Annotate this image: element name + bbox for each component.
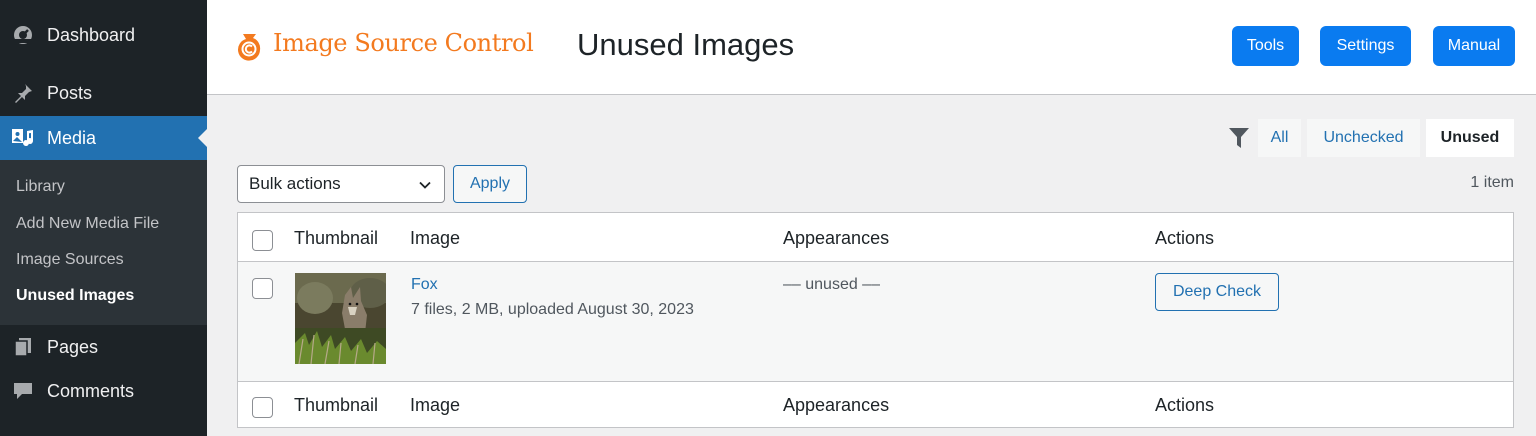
column-header-image: Image	[410, 228, 461, 248]
image-title-link[interactable]: Fox	[411, 276, 438, 294]
submenu-item-unused-images[interactable]: Unused Images	[16, 287, 134, 305]
fox-thumbnail[interactable]	[295, 273, 386, 364]
brand-name: Image Source Control	[273, 29, 534, 57]
column-header-thumbnail: Thumbnail	[294, 228, 379, 248]
chevron-down-icon	[418, 177, 432, 191]
page-title: Unused Images	[577, 27, 795, 62]
menu-item-label: Pages	[47, 336, 99, 357]
bulk-actions-value: Bulk actions	[249, 174, 341, 193]
bulk-actions-select[interactable]: Bulk actions	[237, 165, 445, 203]
column-footer-image: Image	[410, 395, 461, 415]
item-count: 1 item	[1470, 174, 1514, 191]
column-header-appearances: Appearances	[783, 228, 890, 248]
table-row: Fox 7 files, 2 MB, uploaded August 30, 2…	[238, 262, 1513, 381]
page-header: Image Source Control Unused Images Tools…	[207, 0, 1536, 95]
menu-item-pages[interactable]: Pages	[0, 325, 207, 369]
apply-button[interactable]: Apply	[453, 165, 527, 203]
settings-button[interactable]: Settings	[1320, 26, 1411, 66]
dashboard-icon	[11, 23, 35, 47]
comment-icon	[11, 379, 35, 403]
menu-item-label: Media	[47, 127, 97, 148]
menu-item-label: Dashboard	[47, 24, 136, 45]
menu-item-comments[interactable]: Comments	[0, 369, 207, 413]
manual-button[interactable]: Manual	[1433, 26, 1515, 66]
column-footer-thumbnail: Thumbnail	[294, 395, 379, 415]
tools-button[interactable]: Tools	[1232, 26, 1299, 66]
menu-item-media[interactable]: Media	[0, 116, 207, 160]
deep-check-button[interactable]: Deep Check	[1155, 273, 1279, 311]
media-icon	[11, 126, 35, 150]
column-footer-actions: Actions	[1155, 395, 1215, 415]
copyright-logo-icon	[233, 30, 265, 62]
select-all-checkbox[interactable]	[252, 230, 273, 251]
tab-unused[interactable]: Unused	[1426, 119, 1514, 157]
media-submenu: Library Add New Media File Image Sources…	[0, 160, 207, 325]
filter-icon	[1228, 126, 1250, 150]
menu-item-dashboard[interactable]: Dashboard	[0, 13, 207, 57]
menu-item-label: Comments	[47, 380, 135, 401]
admin-sidebar: Dashboard Posts Media Library Add New Me…	[0, 0, 207, 436]
image-meta: 7 files, 2 MB, uploaded August 30, 2023	[411, 301, 694, 318]
column-header-actions: Actions	[1155, 228, 1215, 248]
menu-item-label: Posts	[47, 82, 93, 103]
menu-item-posts[interactable]: Posts	[0, 71, 207, 115]
pushpin-icon	[11, 81, 35, 105]
select-all-checkbox-footer[interactable]	[252, 397, 273, 418]
images-table: Thumbnail Image Appearances Actions Fox …	[237, 212, 1514, 428]
submenu-item-library[interactable]: Library	[16, 178, 65, 196]
pages-icon	[11, 335, 35, 359]
appearances-value: –– unused ––	[783, 276, 880, 293]
tab-all[interactable]: All	[1258, 119, 1301, 157]
table-header: Thumbnail Image Appearances Actions	[238, 213, 1513, 262]
table-footer: Thumbnail Image Appearances Actions	[238, 381, 1513, 429]
tab-unchecked[interactable]: Unchecked	[1307, 119, 1420, 157]
row-checkbox[interactable]	[252, 278, 273, 299]
submenu-item-add-new-media-file[interactable]: Add New Media File	[16, 215, 159, 233]
submenu-item-image-sources[interactable]: Image Sources	[16, 251, 124, 269]
column-footer-appearances: Appearances	[783, 395, 890, 415]
